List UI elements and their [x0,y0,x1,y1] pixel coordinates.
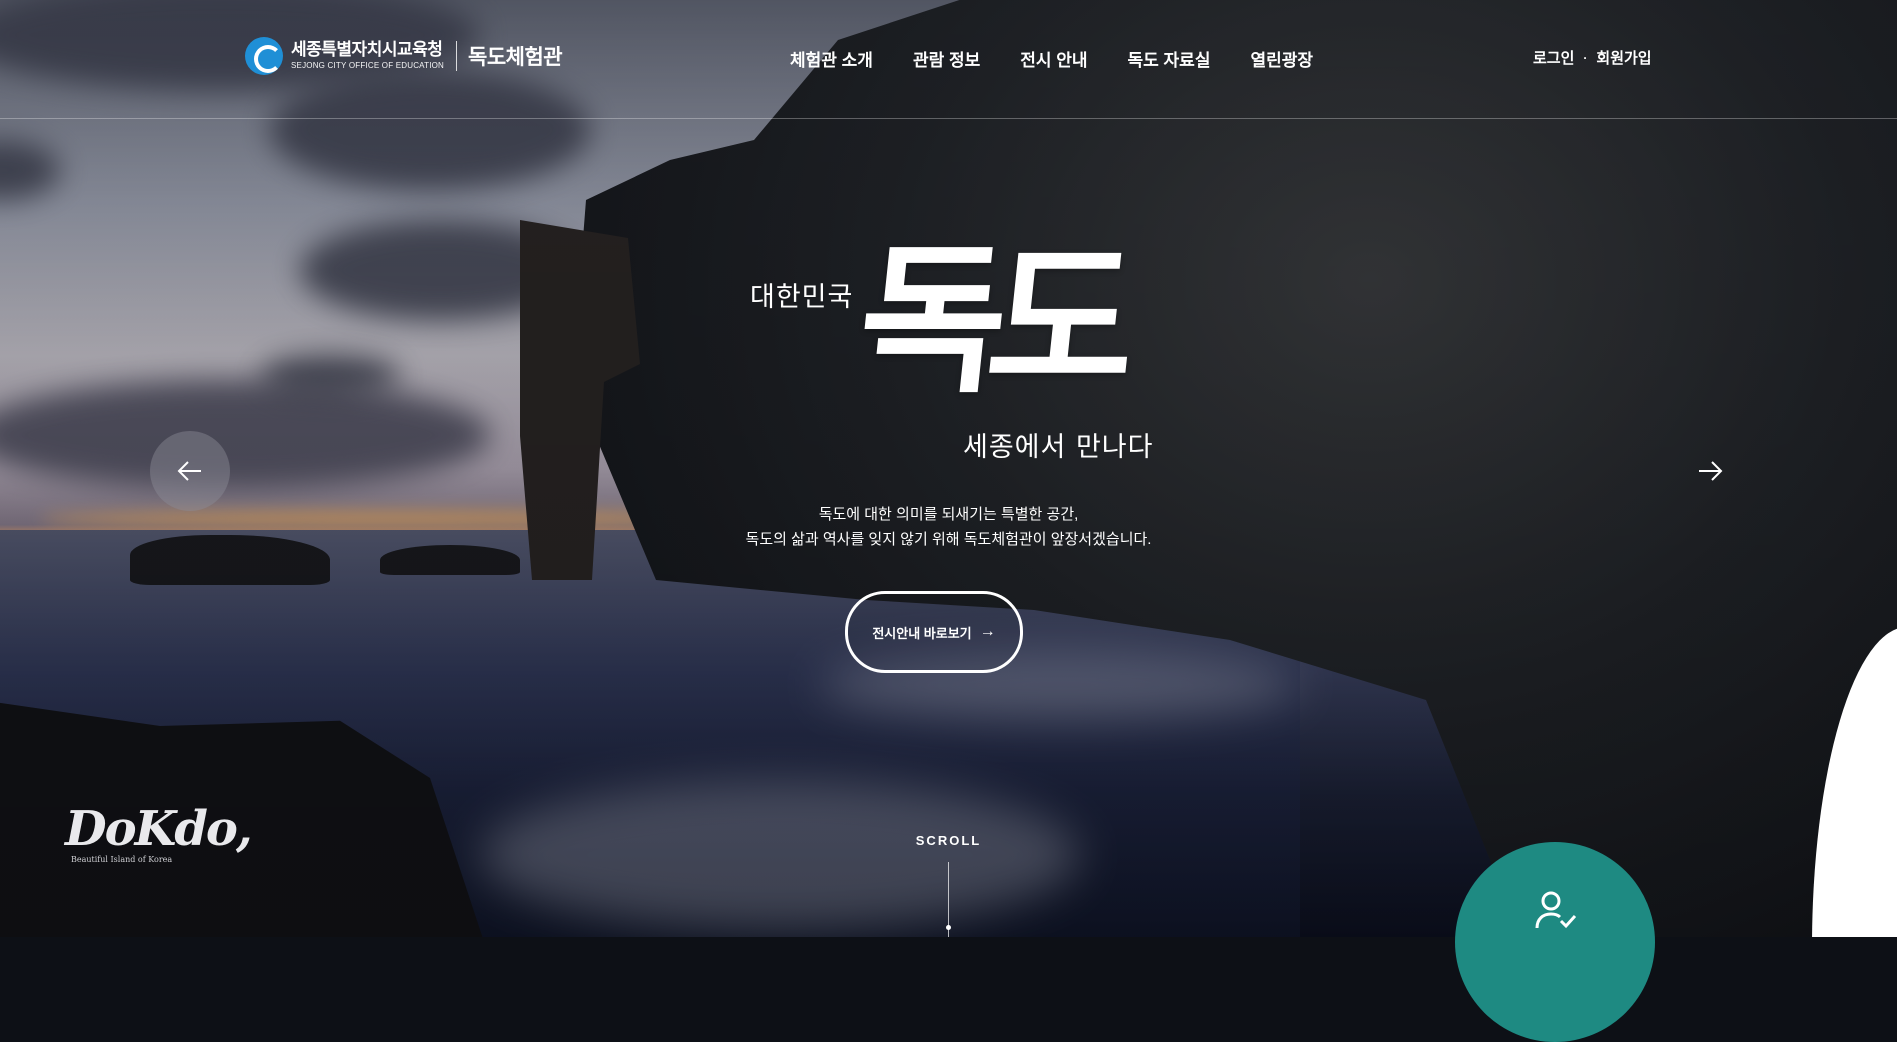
logo-org-name: 세종특별자치시교육청 [291,40,443,59]
nav-item-intro[interactable]: 체험관 소개 [790,46,873,71]
hero-background-image [0,0,1897,937]
exhibition-guide-button-label: 전시안내 바로보기 [872,625,972,641]
user-check-icon [1535,891,1577,929]
hero-description: 독도에 대한 의미를 되새기는 특별한 공간, 독도의 삶과 역사를 잊지 않기… [0,502,1897,552]
scroll-indicator-dot [946,925,951,930]
arrow-left-icon [177,461,201,481]
login-link[interactable]: 로그인 [1533,47,1574,68]
arrow-right-icon [1699,461,1723,481]
logo-site-name: 독도체험관 [468,46,563,69]
logo-org-name-en: SEJONG CITY OFFICE OF EDUCATION [291,61,445,70]
nav-item-exhibition[interactable]: 전시 안내 [1020,46,1087,71]
hero-sub-title: 세종에서 만나다 [963,432,1154,463]
hero-pre-title: 대한민국 [750,282,854,313]
util-menu: 로그인 · 회원가입 [1533,47,1652,68]
site-logo[interactable]: 세종특별자치시교육청 SEJONG CITY OFFICE OF EDUCATI… [245,37,563,75]
slider-next-button[interactable] [1670,431,1750,511]
exhibition-guide-button[interactable]: 전시안내 바로보기 → [845,591,1023,673]
main-nav: 체험관 소개 관람 정보 전시 안내 독도 자료실 열린광장 [790,46,1313,71]
education-office-emblem-icon [245,37,283,75]
slider-prev-button[interactable] [150,431,230,511]
nav-item-visit-info[interactable]: 관람 정보 [913,46,980,71]
arrow-right-icon: → [979,623,996,640]
nav-item-archive[interactable]: 독도 자료실 [1128,46,1211,71]
hero-title-calligraphy: 독도 [850,226,1129,414]
quick-menu-button[interactable] [1455,842,1655,1042]
logo-org-text: 세종특별자치시교육청 SEJONG CITY OFFICE OF EDUCATI… [291,40,444,72]
scroll-indicator-label: SCROLL [915,833,982,848]
logo-divider [456,41,458,71]
signup-link[interactable]: 회원가입 [1596,47,1651,68]
util-separator: · [1583,50,1588,65]
hero-description-line-2: 독도의 삶과 역사를 잊지 않기 위해 독도체험관이 앞장서겠습니다. [745,531,1152,548]
hero-description-line-1: 독도에 대한 의미를 되새기는 특별한 공간, [818,506,1079,523]
site-header: 세종특별자치시교육청 SEJONG CITY OFFICE OF EDUCATI… [0,0,1897,119]
nav-item-open-plaza[interactable]: 열린광장 [1250,46,1313,71]
